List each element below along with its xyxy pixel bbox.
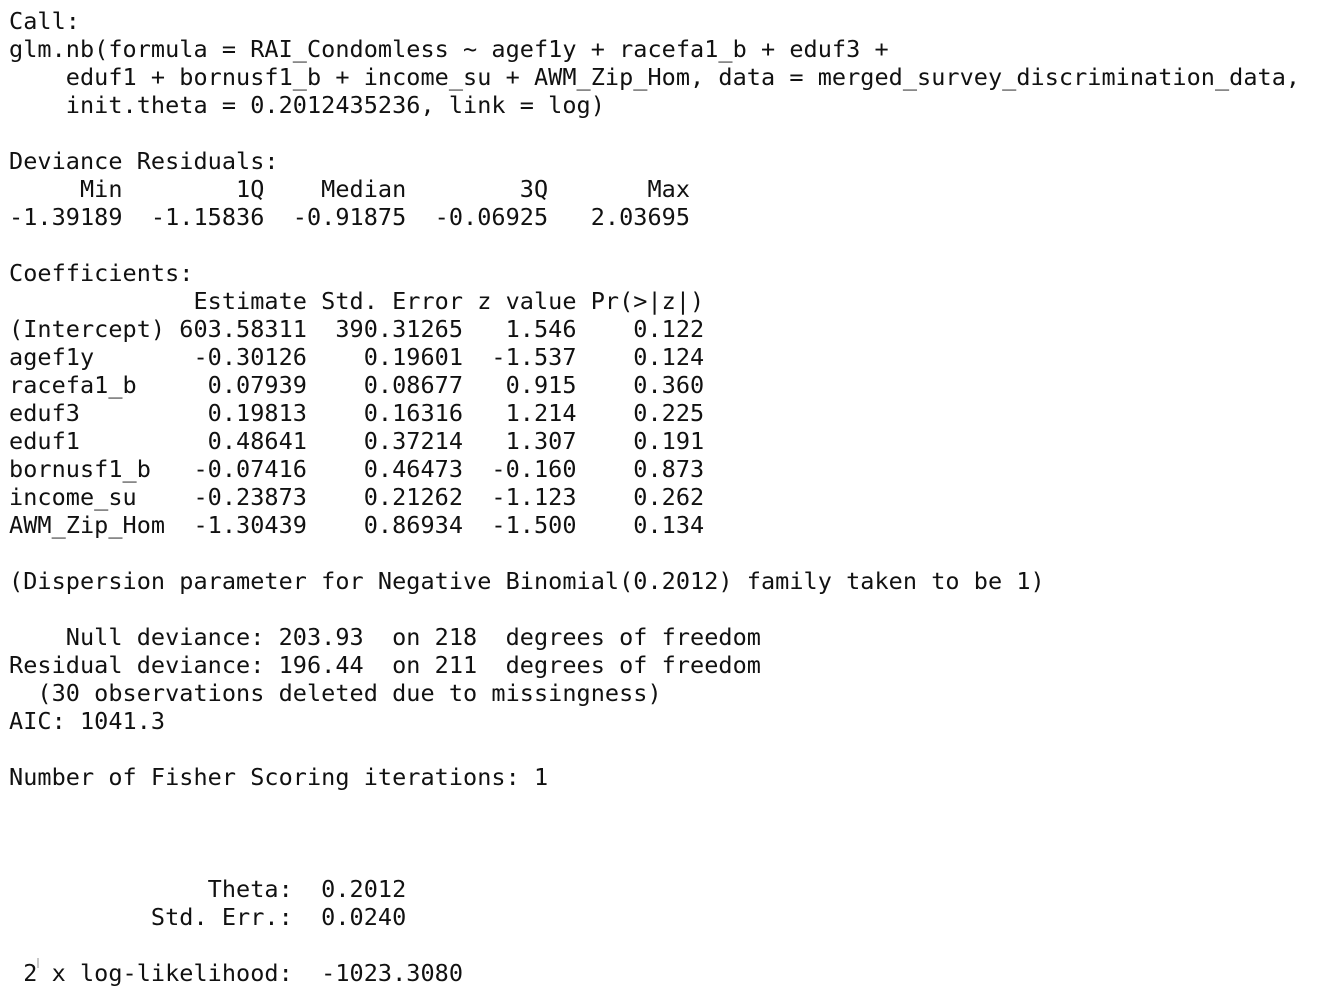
deviance-residuals-values: -1.39189 -1.15836 -0.91875 -0.06925 2.03…: [9, 203, 719, 231]
call-line: eduf1 + bornusf1_b + income_su + AWM_Zip…: [9, 63, 1315, 91]
missingness-note: (30 observations deleted due to missingn…: [9, 679, 662, 707]
residual-deviance-line: Residual deviance: 196.44 on 211 degrees…: [9, 651, 761, 679]
coefficient-row: income_su -0.23873 0.21262 -1.123 0.262: [9, 483, 705, 511]
dispersion-note: (Dispersion parameter for Negative Binom…: [9, 567, 1045, 595]
call-line: glm.nb(formula = RAI_Condomless ~ agef1y…: [9, 35, 903, 63]
coefficient-row: bornusf1_b -0.07416 0.46473 -0.160 0.873: [9, 455, 705, 483]
coefficient-row: (Intercept) 603.58311 390.31265 1.546 0.…: [9, 315, 705, 343]
coefficient-row: eduf1 0.48641 0.37214 1.307 0.191: [9, 427, 705, 455]
coefficients-header: Coefficients:: [9, 259, 194, 287]
deviance-residuals-labels: Min 1Q Median 3Q Max: [9, 175, 719, 203]
text-cursor: [37, 958, 39, 968]
coefficient-row: eduf3 0.19813 0.16316 1.214 0.225: [9, 399, 705, 427]
r-console-output: Call: glm.nb(formula = RAI_Condomless ~ a…: [9, 7, 1314, 987]
theta-std-err-line: Std. Err.: 0.0240: [9, 903, 421, 931]
deviance-residuals-header: Deviance Residuals:: [9, 147, 293, 175]
call-line: init.theta = 0.2012435236, link = log): [9, 91, 605, 119]
coefficients-column-headers: Estimate Std. Error z value Pr(>|z|): [9, 287, 705, 315]
aic-line: AIC: 1041.3: [9, 707, 166, 735]
coefficient-row: AWM_Zip_Hom -1.30439 0.86934 -1.500 0.13…: [9, 511, 705, 539]
null-deviance-line: Null deviance: 203.93 on 218 degrees of …: [9, 623, 761, 651]
log-likelihood-line: 2 x log-likelihood: -1023.3080: [9, 959, 478, 987]
fisher-iterations-line: Number of Fisher Scoring iterations: 1: [9, 763, 549, 791]
call-header: Call:: [9, 7, 80, 35]
theta-line: Theta: 0.2012: [9, 875, 421, 903]
coefficient-row: agef1y -0.30126 0.19601 -1.537 0.124: [9, 343, 705, 371]
coefficient-row: racefa1_b 0.07939 0.08677 0.915 0.360: [9, 371, 705, 399]
